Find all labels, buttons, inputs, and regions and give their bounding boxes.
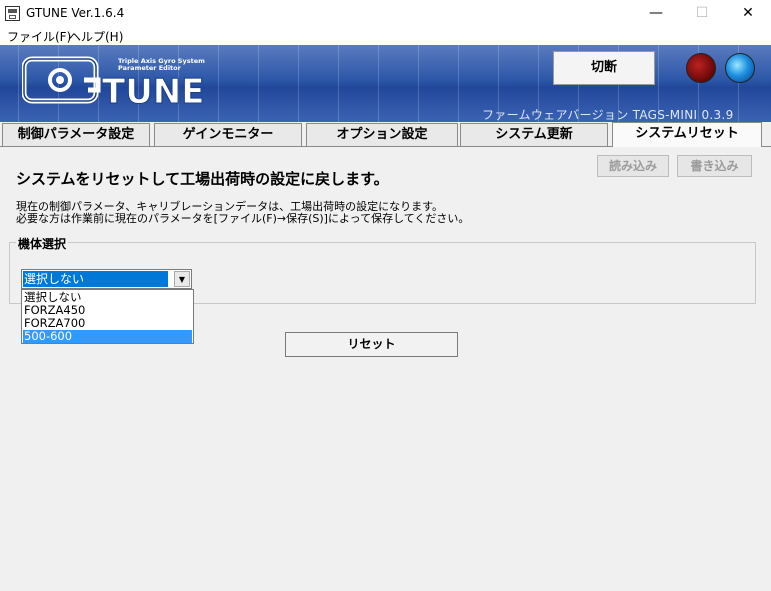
title-bar: GTUNE Ver.1.6.4 — ☐ ✕ — [0, 0, 771, 27]
read-button[interactable]: 読み込み — [597, 155, 669, 177]
tab-system-update[interactable]: システム更新 — [460, 123, 608, 146]
gtune-logo: Triple Axis Gyro System Parameter Editor… — [22, 56, 205, 105]
model-dropdown-list: 選択しない FORZA450 FORZA700 500-600 — [21, 289, 194, 344]
close-button[interactable]: ✕ — [725, 0, 771, 27]
tab-system-reset[interactable]: システムリセット — [612, 122, 762, 147]
chevron-down-icon[interactable]: ▼ — [174, 271, 190, 287]
menu-file[interactable]: ファイル(F) — [7, 28, 71, 45]
firmware-version: ファームウェアバージョン TAGS-MINI 0.3.9 — [482, 108, 734, 122]
tab-gain-monitor[interactable]: ゲインモニター — [154, 123, 302, 146]
write-button[interactable]: 書き込み — [677, 155, 752, 177]
menu-bar: ファイル(F) ヘルプ(H) — [0, 27, 771, 45]
model-select-label: 機体選択 — [16, 235, 69, 252]
model-select-combobox[interactable]: 選択しない ▼ — [21, 269, 192, 289]
app-icon — [5, 6, 20, 21]
page-heading: システムをリセットして工場出荷時の設定に戻します。 — [16, 170, 389, 188]
status-led-red — [686, 53, 716, 83]
menu-help[interactable]: ヘルプ(H) — [69, 28, 123, 45]
description-line-2: 必要な方は作業前に現在のパラメータを[ファイル(F)→保存(S)]によって保存し… — [16, 212, 470, 225]
combo-selected-value[interactable]: 選択しない — [23, 271, 168, 287]
disconnect-button[interactable]: 切断 — [553, 51, 655, 85]
tab-control-parameters[interactable]: 制御パラメータ設定 — [2, 123, 150, 146]
minimize-button[interactable]: — — [633, 0, 679, 27]
window-title: GTUNE Ver.1.6.4 — [26, 6, 125, 20]
dropdown-option-highlighted[interactable]: 500-600 — [23, 330, 192, 343]
reset-button[interactable]: リセット — [285, 332, 458, 357]
tab-option-settings[interactable]: オプション設定 — [306, 123, 458, 146]
logo-tagline-2: Parameter Editor — [118, 64, 182, 72]
logo-text: TUNE — [102, 72, 204, 105]
maximize-button: ☐ — [695, 5, 709, 21]
status-led-blue — [725, 53, 755, 83]
